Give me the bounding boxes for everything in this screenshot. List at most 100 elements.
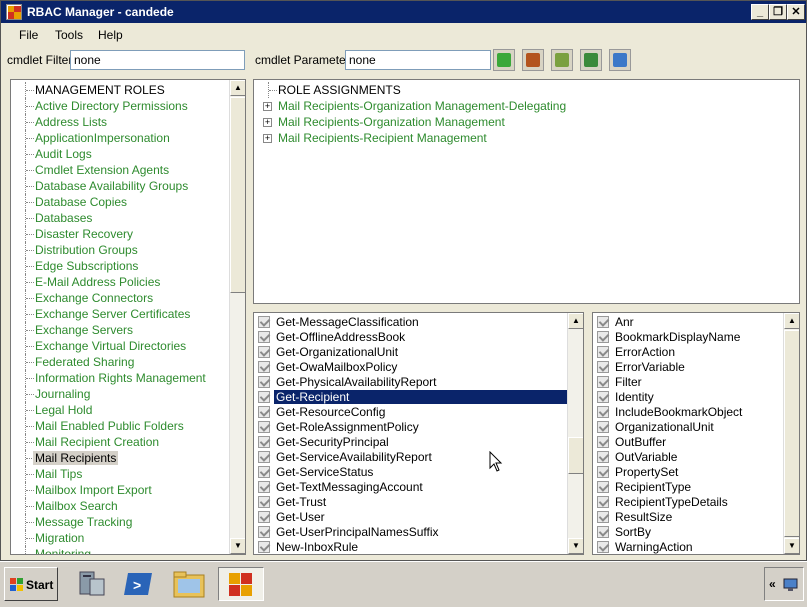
role-item[interactable]: Mail Recipients (11, 450, 229, 466)
role-item[interactable]: Audit Logs (11, 146, 229, 162)
checkbox[interactable] (258, 361, 270, 373)
toolbox-button[interactable] (522, 49, 544, 71)
edit-button[interactable] (551, 49, 573, 71)
cmdlets-list[interactable]: Get-MessageClassification Get-OfflineAddr… (253, 312, 584, 555)
role-item[interactable]: Active Directory Permissions (11, 98, 229, 114)
server-manager-icon[interactable] (72, 567, 110, 601)
cmdlet-filter-input[interactable]: none (70, 50, 245, 70)
role-item[interactable]: Exchange Server Certificates (11, 306, 229, 322)
role-item[interactable]: Mail Tips (11, 466, 229, 482)
cmdlet-parameter-input[interactable]: none (345, 50, 491, 70)
cmdlet-item[interactable]: Get-ServiceAvailabilityReport (256, 450, 568, 465)
checkbox[interactable] (258, 391, 270, 403)
menu-help[interactable]: Help (98, 28, 123, 42)
checkbox[interactable] (597, 316, 609, 328)
scroll-down-icon[interactable]: ▼ (230, 538, 245, 554)
scroll-up-icon[interactable]: ▲ (568, 313, 583, 329)
role-item[interactable]: Database Availability Groups (11, 178, 229, 194)
scroll-down-icon[interactable]: ▼ (784, 538, 799, 554)
cmdlet-item[interactable]: Get-Trust (256, 495, 568, 510)
parameter-item[interactable]: ErrorVariable (595, 360, 783, 375)
scroll-down-icon[interactable]: ▼ (568, 538, 583, 554)
cube-button[interactable] (580, 49, 602, 71)
checkbox[interactable] (258, 481, 270, 493)
checkbox[interactable] (597, 541, 609, 553)
checkbox[interactable] (258, 346, 270, 358)
apply-check-button[interactable] (493, 49, 515, 71)
cmdlet-item[interactable]: Get-User (256, 510, 568, 525)
menu-file[interactable]: File (19, 28, 38, 42)
network-tray-icon[interactable] (783, 578, 799, 592)
role-item[interactable]: ApplicationImpersonation (11, 130, 229, 146)
cmdlet-item[interactable]: Get-ServiceStatus (256, 465, 568, 480)
parameter-item[interactable]: OutBuffer (595, 435, 783, 450)
checkbox[interactable] (258, 331, 270, 343)
assignment-item[interactable]: + Mail Recipients-Recipient Management (254, 130, 754, 146)
role-item[interactable]: Monitoring (11, 546, 229, 554)
checkbox[interactable] (258, 406, 270, 418)
cmdlet-item[interactable]: Get-TextMessagingAccount (256, 480, 568, 495)
parameter-item[interactable]: Filter (595, 375, 783, 390)
parameter-item[interactable]: RecipientTypeDetails (595, 495, 783, 510)
scroll-thumb[interactable] (568, 437, 583, 474)
cmdlet-item[interactable]: Get-OrganizationalUnit (256, 345, 568, 360)
expand-plus-icon[interactable]: + (263, 118, 272, 127)
role-item[interactable]: Mail Recipient Creation (11, 434, 229, 450)
role-item[interactable]: Exchange Servers (11, 322, 229, 338)
parameter-item[interactable]: IncludeBookmarkObject (595, 405, 783, 420)
checkbox[interactable] (597, 481, 609, 493)
parameter-item[interactable]: SortBy (595, 525, 783, 540)
role-assignments-tree[interactable]: ROLE ASSIGNMENTS + Mail Recipients-Organi… (253, 79, 800, 304)
role-item[interactable]: Edge Subscriptions (11, 258, 229, 274)
checkbox[interactable] (597, 526, 609, 538)
checkbox[interactable] (258, 466, 270, 478)
scroll-thumb[interactable] (230, 97, 245, 293)
parameter-item[interactable]: WarningAction (595, 540, 783, 554)
checkbox[interactable] (597, 466, 609, 478)
expand-plus-icon[interactable]: + (263, 134, 272, 143)
checkbox[interactable] (597, 406, 609, 418)
cmdlet-item[interactable]: Get-OfflineAddressBook (256, 330, 568, 345)
role-item[interactable]: Distribution Groups (11, 242, 229, 258)
network-button[interactable] (609, 49, 631, 71)
parameters-list[interactable]: Anr BookmarkDisplayName ErrorAction ErrorVa… (592, 312, 800, 555)
parameter-item[interactable]: ErrorAction (595, 345, 783, 360)
role-item[interactable]: Journaling (11, 386, 229, 402)
checkbox[interactable] (258, 316, 270, 328)
role-item[interactable]: Address Lists (11, 114, 229, 130)
cmdlet-item[interactable]: Get-UserPrincipalNamesSuffix (256, 525, 568, 540)
checkbox[interactable] (597, 436, 609, 448)
cmdlet-item[interactable]: Get-OwaMailboxPolicy (256, 360, 568, 375)
role-item[interactable]: Message Tracking (11, 514, 229, 530)
scroll-up-icon[interactable]: ▲ (784, 313, 799, 329)
explorer-folder-icon[interactable] (170, 567, 208, 601)
cmdlet-item[interactable]: Get-RoleAssignmentPolicy (256, 420, 568, 435)
checkbox[interactable] (597, 451, 609, 463)
checkbox[interactable] (597, 511, 609, 523)
role-item[interactable]: Information Rights Management (11, 370, 229, 386)
parameter-item[interactable]: OutVariable (595, 450, 783, 465)
parameter-item[interactable]: Anr (595, 315, 783, 330)
checkbox[interactable] (258, 526, 270, 538)
parameters-scrollbar[interactable]: ▲ ▼ (783, 313, 799, 554)
menu-tools[interactable]: Tools (55, 28, 83, 42)
management-roles-tree[interactable]: MANAGEMENT ROLES Active Directory Permis… (10, 79, 246, 555)
expand-plus-icon[interactable]: + (263, 102, 272, 111)
parameter-item[interactable]: OrganizationalUnit (595, 420, 783, 435)
cmdlet-item[interactable]: Get-PhysicalAvailabilityReport (256, 375, 568, 390)
role-item[interactable]: Legal Hold (11, 402, 229, 418)
rbac-manager-icon[interactable] (218, 567, 264, 601)
role-item[interactable]: Mail Enabled Public Folders (11, 418, 229, 434)
parameter-item[interactable]: PropertySet (595, 465, 783, 480)
checkbox[interactable] (258, 451, 270, 463)
assignment-item[interactable]: + Mail Recipients-Organization Management (254, 114, 754, 130)
role-item[interactable]: Exchange Virtual Directories (11, 338, 229, 354)
parameter-item[interactable]: Identity (595, 390, 783, 405)
role-item[interactable]: Exchange Connectors (11, 290, 229, 306)
minimize-icon[interactable]: _ (751, 4, 769, 20)
checkbox[interactable] (258, 511, 270, 523)
cmdlets-scrollbar[interactable]: ▲ ▼ (567, 313, 583, 554)
role-item[interactable]: Databases (11, 210, 229, 226)
parameter-item[interactable]: RecipientType (595, 480, 783, 495)
role-item[interactable]: Migration (11, 530, 229, 546)
